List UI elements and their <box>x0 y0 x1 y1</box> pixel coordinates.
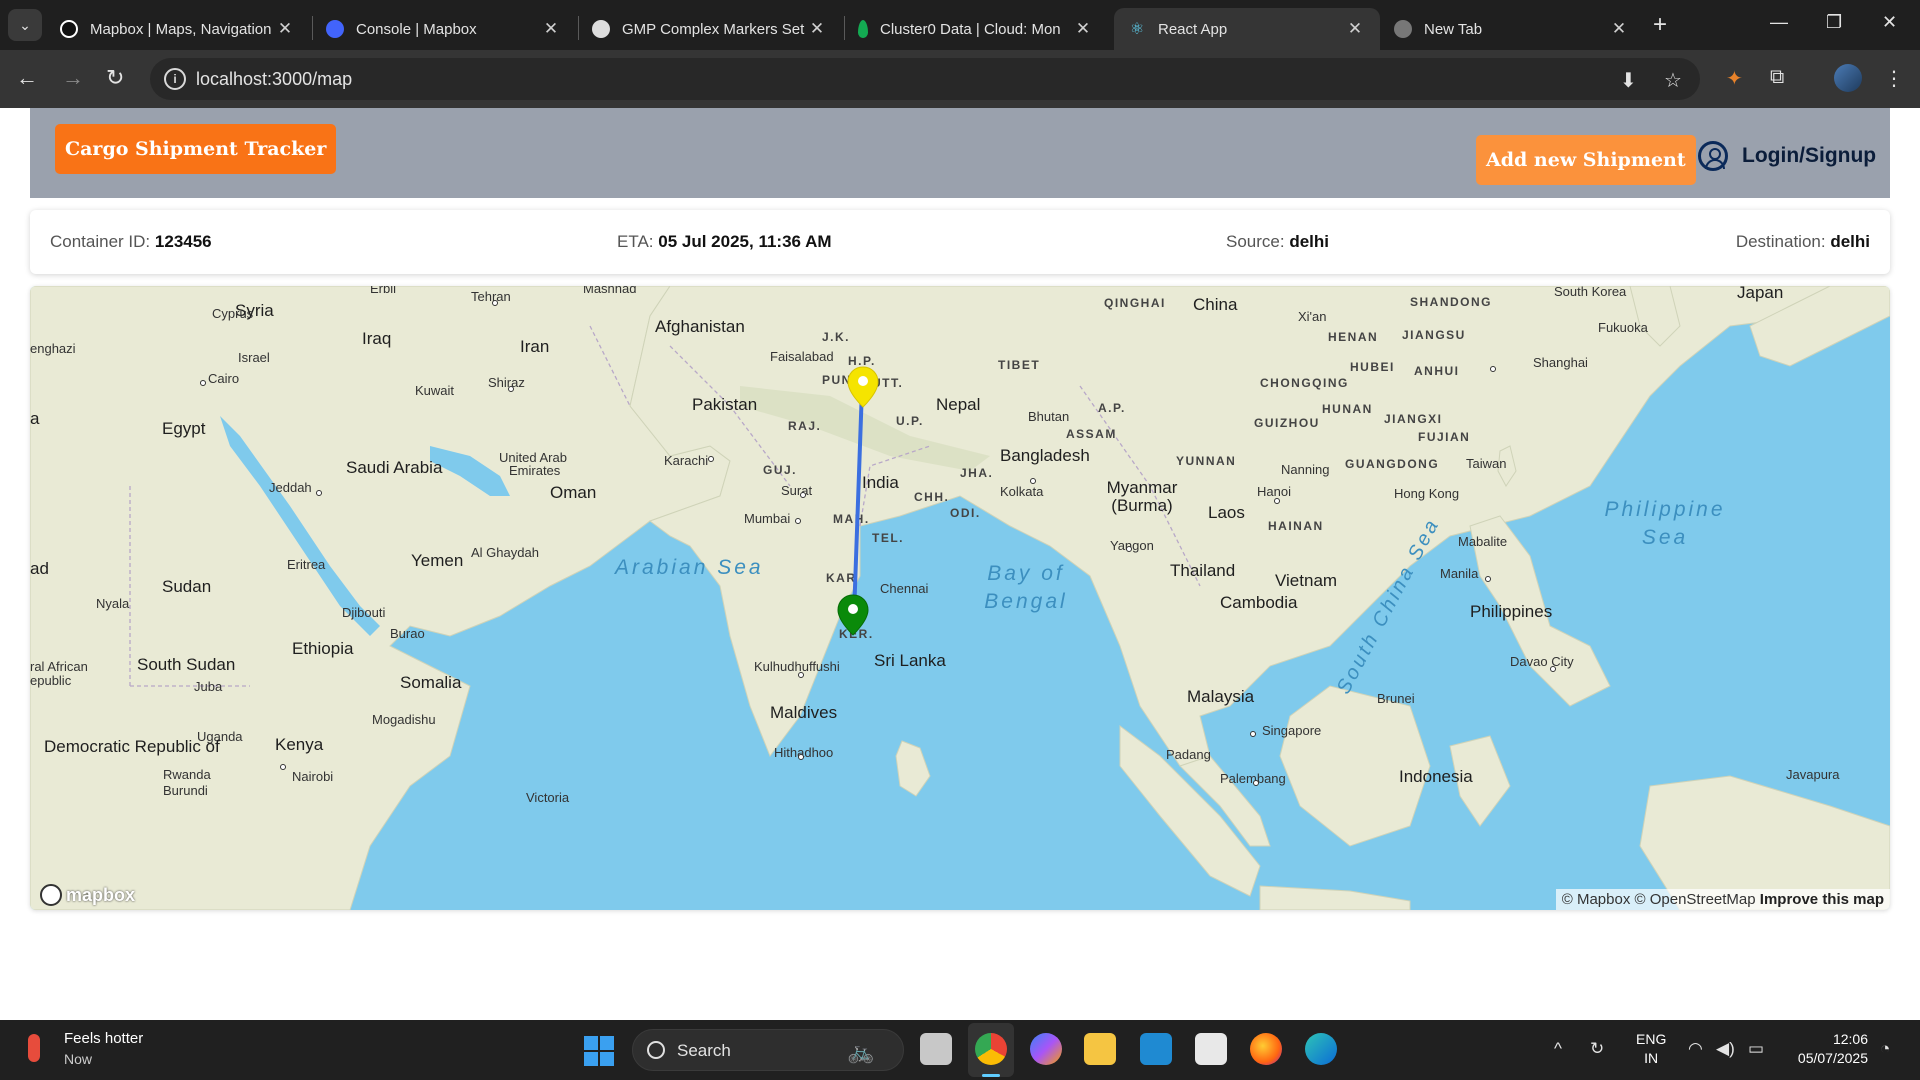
tab-mongodb-cluster[interactable]: Cluster0 Data | Cloud: Mon ✕ <box>844 8 1108 50</box>
tab-mapbox-console[interactable]: Console | Mapbox ✕ <box>312 8 576 50</box>
brand-button[interactable]: Cargo Shipment Tracker <box>55 124 337 174</box>
destination-field: Destination: delhi <box>1735 232 1870 251</box>
mongodb-leaf-icon <box>858 20 868 38</box>
improve-map-link[interactable]: Improve this map <box>1760 891 1884 908</box>
install-app-icon[interactable]: ⬇ <box>1620 68 1637 93</box>
weather-title[interactable]: Feels hotter <box>64 1030 143 1047</box>
system-clock[interactable]: 12:06 05/07/2025 <box>1788 1030 1868 1068</box>
window-close-icon[interactable]: ✕ <box>1882 12 1897 33</box>
sync-icon[interactable]: ↻ <box>1590 1039 1604 1059</box>
address-url[interactable]: localhost:3000/map <box>196 69 352 90</box>
gmp-icon <box>592 20 610 38</box>
shipment-info-card: Container ID: 123456 ETA: 05 Jul 2025, 1… <box>30 210 1890 274</box>
weather-subtitle[interactable]: Now <box>64 1051 92 1067</box>
language-indicator[interactable]: ENG IN <box>1636 1030 1666 1068</box>
route-line <box>852 386 864 618</box>
shipment-route <box>852 386 864 618</box>
wifi-icon[interactable]: ◠ <box>1688 1039 1703 1059</box>
app-page: Cargo Shipment Tracker Add new Shipment … <box>0 108 1920 1020</box>
close-icon[interactable]: ✕ <box>540 19 562 39</box>
tab-react-app[interactable]: ⚛ React App ✕ <box>1114 8 1380 50</box>
site-info-icon[interactable]: i <box>164 68 186 90</box>
tab-gmp-markers[interactable]: GMP Complex Markers Set ✕ <box>578 8 842 50</box>
back-arrow-icon[interactable]: ← <box>16 66 38 90</box>
task-view-icon[interactable] <box>920 1033 952 1065</box>
eta-field: ETA: 05 Jul 2025, 11:36 AM <box>617 232 832 251</box>
tab-new-tab[interactable]: New Tab ✕ <box>1380 8 1644 50</box>
react-icon: ⚛ <box>1129 21 1145 38</box>
map-attribution: © Mapbox © OpenStreetMap Improve this ma… <box>1555 889 1890 910</box>
battery-icon[interactable]: ▭ <box>1748 1039 1764 1059</box>
copilot-icon[interactable] <box>1030 1033 1062 1065</box>
map-view[interactable]: Syria Iraq Iran Afghanistan China Japan … <box>30 286 1890 910</box>
new-tab-button[interactable]: + <box>1653 12 1667 38</box>
minimize-icon[interactable]: — <box>1770 12 1788 33</box>
source-field: Source: delhi <box>1226 232 1329 251</box>
vscode-icon[interactable] <box>1140 1033 1172 1065</box>
edge-icon[interactable] <box>1305 1033 1337 1065</box>
more-menu-icon[interactable]: ⋮ <box>1884 66 1904 91</box>
close-icon[interactable]: ✕ <box>274 19 296 39</box>
file-explorer-icon[interactable] <box>1084 1033 1116 1065</box>
forward-arrow-icon[interactable]: → <box>62 66 84 90</box>
windows-taskbar: Feels hotter Now Search 🚲 ^ ↻ ENG IN ◠ ◀… <box>0 1020 1920 1080</box>
chrome-icon <box>1394 20 1412 38</box>
chevron-down-icon: ⌄ <box>19 16 31 33</box>
eta-value: 05 Jul 2025, 11:36 AM <box>658 232 832 251</box>
browser-tab-strip: ⌄ Mapbox | Maps, Navigation ✕ Console | … <box>0 0 1920 50</box>
close-icon[interactable]: ✕ <box>806 19 828 39</box>
mapbox-logo-icon <box>40 884 62 906</box>
close-icon[interactable]: ✕ <box>1344 19 1366 39</box>
osm-attribution-link[interactable]: © OpenStreetMap <box>1635 891 1756 908</box>
tab-search-button[interactable]: ⌄ <box>8 9 42 41</box>
app-header: Cargo Shipment Tracker Add new Shipment … <box>30 108 1890 198</box>
mapbox-console-icon <box>326 20 344 38</box>
store-icon[interactable] <box>1195 1033 1227 1065</box>
profile-avatar[interactable] <box>1834 64 1862 92</box>
taskbar-search[interactable]: Search 🚲 <box>632 1029 904 1071</box>
bicycle-icon: 🚲 <box>847 1039 875 1064</box>
windows-start-icon[interactable] <box>584 1036 614 1066</box>
close-icon[interactable]: ✕ <box>1072 19 1094 39</box>
reload-icon[interactable]: ↻ <box>106 66 124 90</box>
user-circle-icon[interactable] <box>1698 141 1728 171</box>
address-toolbar: ← → ↻ i localhost:3000/map ⬇ ☆ ✦ ⧉ ⋮ <box>0 50 1920 108</box>
extensions-puzzle-icon[interactable]: ⧉ <box>1770 66 1784 89</box>
add-shipment-button[interactable]: Add new Shipment <box>1476 135 1696 185</box>
thermometer-icon[interactable] <box>28 1034 40 1062</box>
destination-marker-icon[interactable] <box>837 594 869 636</box>
container-id-value: 123456 <box>154 232 212 251</box>
close-icon[interactable]: ✕ <box>1608 19 1630 39</box>
volume-icon[interactable]: ◀) <box>1716 1039 1735 1059</box>
container-id-field: Container ID: 123456 <box>50 232 212 251</box>
firefox-icon[interactable] <box>1250 1033 1282 1065</box>
search-icon <box>647 1041 665 1059</box>
restore-icon[interactable]: ❐ <box>1826 12 1842 33</box>
tab-mapbox[interactable]: Mapbox | Maps, Navigation ✕ <box>46 8 310 50</box>
bookmark-star-icon[interactable]: ☆ <box>1664 68 1682 93</box>
chevron-up-icon[interactable]: ^ <box>1554 1039 1562 1059</box>
metamask-fox-icon[interactable]: ✦ <box>1726 66 1743 91</box>
mapbox-logo[interactable]: mapbox <box>40 884 135 906</box>
destination-value: delhi <box>1830 232 1870 251</box>
notification-bell-icon[interactable]: ◔ <box>1880 1039 1890 1059</box>
chrome-taskbar-icon[interactable] <box>975 1033 1007 1065</box>
active-app-indicator <box>982 1074 1000 1077</box>
address-bar[interactable]: i localhost:3000/map ⬇ ☆ <box>150 58 1700 100</box>
mapbox-attribution-link[interactable]: © Mapbox <box>1562 891 1631 908</box>
login-signup-link[interactable]: Login/Signup <box>1742 144 1876 168</box>
source-value: delhi <box>1289 232 1329 251</box>
origin-marker-icon[interactable] <box>847 366 879 408</box>
mapbox-icon <box>60 20 78 38</box>
